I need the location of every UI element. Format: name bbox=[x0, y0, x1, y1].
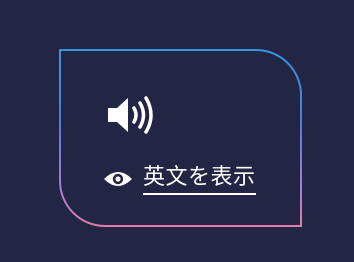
show-english-toggle[interactable]: 英文を表示 bbox=[103, 162, 256, 196]
sentence-card: 英文を表示 bbox=[59, 49, 302, 227]
play-audio-button[interactable] bbox=[106, 95, 154, 135]
eye-icon bbox=[103, 169, 133, 189]
sentence-card-body: 英文を表示 bbox=[61, 51, 300, 225]
app-background: 英文を表示 bbox=[0, 0, 354, 262]
show-english-label: 英文を表示 bbox=[143, 164, 256, 195]
speaker-volume-icon bbox=[108, 96, 153, 134]
